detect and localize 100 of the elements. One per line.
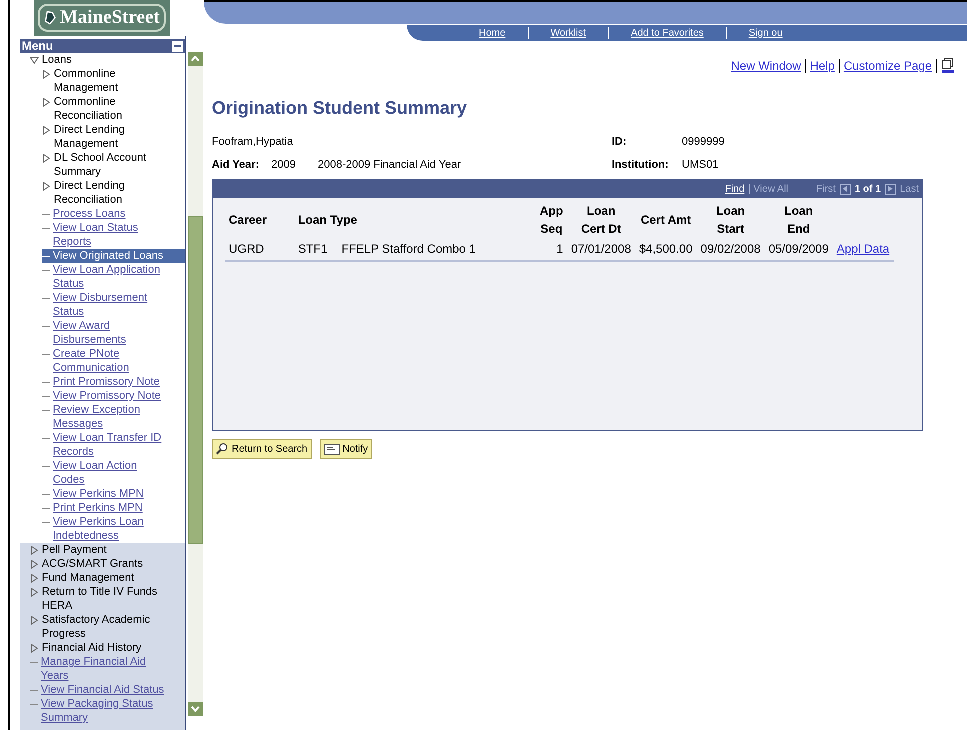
menu-link[interactable]: View Loan Application Status — [53, 263, 171, 291]
nav-link[interactable]: Add to Favorites — [619, 26, 716, 40]
dash-icon — [42, 228, 50, 229]
menu-link[interactable]: View Financial Aid Status — [41, 683, 164, 697]
first-label: First — [816, 182, 836, 196]
menu-title: Menu — [22, 39, 54, 53]
dash-icon — [30, 662, 38, 663]
table-cell: $4,500.00 — [635, 238, 697, 261]
aid-year-description: 2008-2009 Financial Aid Year — [318, 158, 462, 172]
nav-link[interactable]: Sign ou — [736, 26, 795, 40]
menu-link[interactable]: View Perkins Loan Indebtedness — [53, 515, 171, 543]
nav-link[interactable]: Home — [467, 26, 518, 40]
http-page-icon[interactable] — [941, 58, 955, 74]
selected-menu-row[interactable]: View Originated Loans — [42, 249, 185, 263]
menu-folder[interactable]: Pell Payment — [42, 543, 107, 557]
menu-folder[interactable]: Direct Lending Management — [54, 123, 171, 151]
collapsed-triangle-icon[interactable] — [42, 70, 51, 79]
dash-icon — [42, 326, 50, 327]
column-header: Loan Type — [297, 212, 358, 229]
column-header: Loan Start — [715, 203, 746, 238]
expanded-triangle-icon[interactable] — [30, 56, 39, 65]
scroll-thumb[interactable] — [188, 216, 203, 544]
column-header: Loan Cert Dt — [580, 203, 622, 238]
menu-link[interactable]: View Loan Transfer ID Records — [53, 431, 171, 459]
menu-folder[interactable]: DL School Account Summary — [54, 151, 171, 179]
menu-folder[interactable]: Satisfactory Academic Progress — [42, 613, 171, 641]
last-label: Last — [900, 182, 919, 196]
student-id: 0999999 — [682, 135, 726, 150]
menu-link[interactable]: Manage Financial Aid Years — [41, 655, 171, 683]
menu-folder[interactable]: Commonline Management — [54, 67, 171, 95]
scroll-up-icon[interactable] — [188, 52, 203, 66]
aid-year: 2009 — [272, 158, 296, 172]
return-to-search-button[interactable]: Return to Search — [212, 439, 312, 459]
dash-icon — [42, 214, 50, 215]
collapsed-triangle-icon[interactable] — [42, 182, 51, 191]
menu-link[interactable]: Review Exception Messages — [53, 403, 171, 431]
field-label: ID: — [612, 135, 628, 150]
student-name: Foofram,Hypatia — [212, 135, 294, 150]
table-cell: 05/09/2009 — [764, 238, 833, 261]
dash-icon — [42, 410, 50, 411]
column-header: App Seq — [538, 203, 564, 238]
menu-folder[interactable]: Commonline Reconciliation — [54, 95, 171, 123]
table-cell: 07/01/2008 — [567, 238, 636, 261]
field-label: Institution: — [612, 158, 670, 172]
dash-icon — [42, 270, 50, 271]
menu-link[interactable]: View Packaging Status Summary — [41, 697, 171, 725]
menu-link[interactable]: View Promissory Note — [53, 389, 161, 403]
collapsed-triangle-icon[interactable] — [30, 616, 39, 625]
table-cell: 09/02/2008 — [696, 238, 765, 261]
table-cell: 1 — [536, 238, 568, 261]
collapsed-triangle-icon[interactable] — [42, 126, 51, 135]
collapsed-triangle-icon[interactable] — [30, 644, 39, 653]
menu-link[interactable]: View Loan Status Reports — [53, 221, 171, 249]
loan-type-description: FFELP Stafford Combo 1 — [342, 242, 476, 256]
dash-icon — [42, 466, 50, 467]
menu-folder[interactable]: Direct Lending Reconciliation — [54, 179, 171, 207]
menu-link[interactable]: Create PNote Communication — [53, 347, 171, 375]
column-header: Cert Amt — [640, 212, 692, 229]
menu-link[interactable]: Print Promissory Note — [53, 375, 160, 389]
menu-folder[interactable]: Financial Aid History — [42, 641, 142, 655]
page-link[interactable]: New Window — [731, 57, 802, 75]
menu-folder[interactable]: Fund Management — [42, 571, 134, 585]
dash-icon — [42, 298, 50, 299]
menu-link[interactable]: Print Perkins MPN — [53, 501, 143, 515]
menu-link[interactable]: View Disbursement Status — [53, 291, 171, 319]
find-link[interactable]: Find — [725, 182, 745, 196]
scroll-down-icon[interactable] — [188, 702, 203, 716]
dash-icon — [30, 704, 38, 705]
menu-link[interactable]: View Award Disbursements — [53, 319, 171, 347]
menu-folder[interactable]: Loans — [42, 53, 72, 67]
menu-folder[interactable]: ACG/SMART Grants — [42, 557, 144, 571]
dash-icon — [42, 354, 50, 355]
dash-icon — [42, 396, 50, 397]
next-icon[interactable] — [885, 184, 896, 194]
menu-link[interactable]: Process Loans — [53, 207, 126, 221]
menu-folder[interactable]: Return to Title IV Funds HERA — [42, 585, 171, 613]
collapse-icon[interactable] — [172, 40, 183, 52]
loan-type-code: STF1 — [298, 242, 328, 256]
scrollbar[interactable] — [188, 52, 203, 716]
page-count: 1 of 1 — [854, 182, 882, 196]
page-link[interactable]: Customize Page — [844, 57, 932, 75]
field-label: Aid Year: — [212, 158, 260, 172]
appl-data-link[interactable]: Appl Data — [836, 242, 890, 256]
menu-link[interactable]: View Originated Loans — [53, 249, 164, 263]
table-cell: UGRD — [225, 238, 294, 261]
dash-icon — [42, 508, 50, 509]
dash-icon — [42, 382, 50, 383]
dash-icon — [30, 690, 38, 691]
dash-icon — [42, 256, 50, 257]
collapsed-triangle-icon[interactable] — [42, 154, 51, 163]
nav-link[interactable]: Worklist — [538, 26, 598, 40]
menu-link[interactable]: View Perkins MPN — [53, 487, 144, 501]
page-title: Origination Student Summary — [212, 97, 468, 120]
notify-button[interactable]: Notify — [320, 439, 372, 459]
column-header: Loan End — [784, 203, 814, 238]
previous-icon[interactable] — [840, 184, 851, 194]
page-link[interactable]: Help — [810, 57, 835, 75]
search-icon — [216, 443, 229, 455]
collapsed-triangle-icon[interactable] — [42, 98, 51, 107]
menu-link[interactable]: View Loan Action Codes — [53, 459, 171, 487]
